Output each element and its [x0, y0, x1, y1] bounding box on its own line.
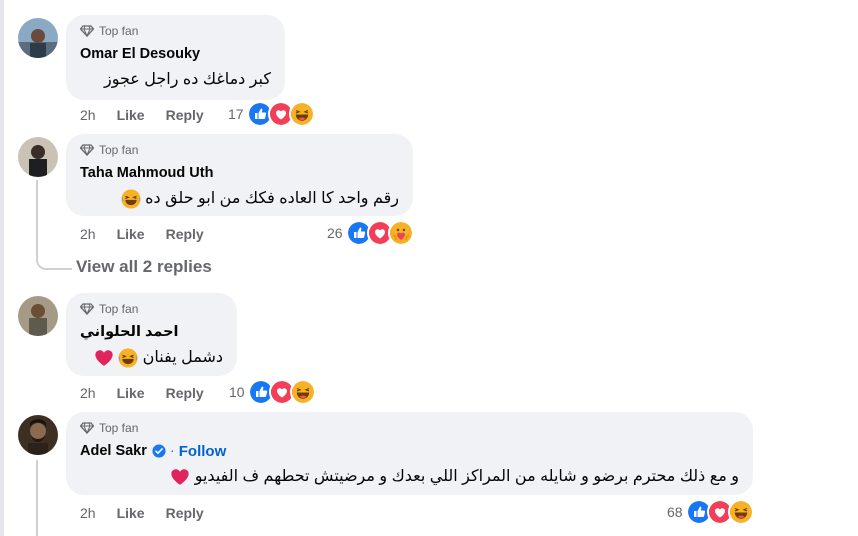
- reply-thread-elbow: [36, 256, 72, 270]
- author-name[interactable]: احمد الحلواني: [80, 324, 179, 340]
- verified-badge-icon: [152, 444, 166, 458]
- comment-text: دشمل يفنان: [142, 349, 223, 366]
- like-button[interactable]: Like: [117, 385, 145, 401]
- comment-actions: 2h Like Reply: [80, 383, 225, 403]
- red-heart-emoji-icon: [171, 469, 189, 485]
- top-fan-badge: Top fan: [80, 301, 223, 317]
- reply-button[interactable]: Reply: [166, 226, 204, 242]
- badge-label: Top fan: [99, 421, 139, 435]
- diamond-icon: [80, 303, 94, 315]
- comment-text-row: دشمل يفنان: [80, 346, 223, 370]
- haha-reaction-icon: [727, 499, 754, 525]
- comment-text-row: رقم واحد كا العاده فكك من ابو حلق ده: [80, 187, 399, 211]
- timestamp[interactable]: 2h: [80, 226, 96, 242]
- view-replies-link[interactable]: View all 2 replies: [76, 257, 212, 277]
- avatar[interactable]: [18, 296, 58, 336]
- reply-button[interactable]: Reply: [166, 505, 204, 521]
- badge-label: Top fan: [99, 302, 139, 316]
- follow-button[interactable]: Follow: [179, 443, 227, 460]
- top-fan-badge: Top fan: [80, 142, 399, 158]
- reply-thread-line: [36, 180, 38, 256]
- reactions-summary[interactable]: 68: [667, 499, 754, 525]
- red-heart-emoji-icon: [95, 350, 113, 366]
- reaction-count: 26: [327, 225, 343, 241]
- timestamp[interactable]: 2h: [80, 385, 96, 401]
- haha-reaction-icon: [289, 379, 316, 405]
- comment-bubble: Top fan احمد الحلواني دشمل يفنان: [66, 293, 237, 376]
- timestamp[interactable]: 2h: [80, 505, 96, 521]
- badge-label: Top fan: [99, 143, 139, 157]
- comment-actions: 2h Like Reply: [80, 503, 225, 523]
- comment-bubble: Top fan Taha Mahmoud Uth رقم واحد كا الع…: [66, 134, 413, 216]
- avatar[interactable]: [18, 137, 58, 177]
- reactions-summary[interactable]: 26: [327, 220, 414, 246]
- reaction-count: 10: [229, 384, 245, 400]
- laughing-emoji-icon: [121, 189, 141, 209]
- separator-dot: ·: [169, 443, 175, 459]
- reactions-summary[interactable]: 10: [229, 379, 316, 405]
- reply-thread-line: [36, 460, 38, 536]
- avatar[interactable]: [18, 415, 58, 455]
- comment-text: و مع ذلك محترم برضو و شايله من المراكز ا…: [194, 468, 739, 485]
- comment: Top fan Adel Sakr · Follow و مع ذلك محتر…: [0, 0, 858, 525]
- comment-bubble: Top fan Adel Sakr · Follow و مع ذلك محتر…: [66, 412, 753, 495]
- reply-button[interactable]: Reply: [166, 385, 204, 401]
- top-fan-badge: Top fan: [80, 420, 739, 436]
- laughing-emoji-icon: [118, 348, 138, 368]
- comment-text: رقم واحد كا العاده فكك من ابو حلق ده: [145, 190, 399, 207]
- care-reaction-icon: [387, 220, 414, 246]
- author-name[interactable]: Taha Mahmoud Uth: [80, 165, 213, 181]
- reaction-count: 68: [667, 504, 683, 520]
- comment-text-row: و مع ذلك محترم برضو و شايله من المراكز ا…: [80, 465, 739, 489]
- diamond-icon: [80, 144, 94, 156]
- like-button[interactable]: Like: [117, 505, 145, 521]
- author-name[interactable]: Adel Sakr: [80, 443, 147, 459]
- diamond-icon: [80, 422, 94, 434]
- like-button[interactable]: Like: [117, 226, 145, 242]
- comment-actions: 2h Like Reply: [80, 224, 225, 244]
